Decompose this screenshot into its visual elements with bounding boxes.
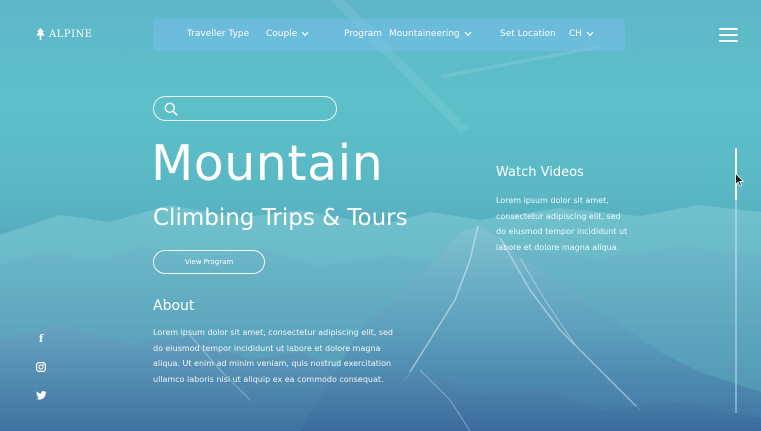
program-label: Program [344, 29, 382, 39]
chevron-down-icon [464, 31, 472, 37]
hero-title: Mountain [151, 135, 384, 192]
facebook-icon: f [38, 334, 44, 345]
instagram-link[interactable] [34, 360, 48, 374]
chevron-down-icon [586, 31, 594, 37]
tree-icon [36, 28, 45, 40]
chevron-down-icon [301, 31, 309, 37]
hero-subtitle: Climbing Trips & Tours [153, 205, 408, 231]
traveller-type-value: Couple [266, 29, 298, 39]
mouse-cursor-icon [735, 173, 744, 187]
traveller-type-dropdown[interactable]: Couple [266, 29, 309, 39]
menu-line [719, 40, 738, 42]
facebook-link[interactable]: f [34, 333, 48, 347]
about-title: About [153, 298, 195, 314]
instagram-icon [36, 362, 46, 372]
twitter-link[interactable] [34, 388, 48, 402]
traveller-type-label: Traveller Type [187, 29, 250, 39]
search-input[interactable] [184, 100, 333, 119]
logo[interactable]: ALPINE [36, 28, 93, 40]
menu-button[interactable] [719, 27, 738, 43]
watch-videos-title[interactable]: Watch Videos [496, 165, 584, 180]
search-box [153, 96, 337, 121]
twitter-icon [35, 390, 47, 400]
watch-videos-text: Lorem ipsum dolor sit amet, consectetur … [496, 196, 628, 252]
location-label: Set Location [500, 29, 556, 39]
search-icon [164, 102, 178, 116]
program-dropdown[interactable]: Mountaineering [389, 29, 472, 39]
menu-line [719, 28, 738, 30]
menu-line [719, 34, 738, 36]
page: ALPINE Traveller Type Couple Program Mou… [0, 0, 761, 431]
program-value: Mountaineering [389, 29, 460, 39]
location-value: CH [569, 29, 583, 39]
view-program-button[interactable]: View Program [153, 250, 265, 274]
location-dropdown[interactable]: CH [569, 29, 594, 39]
filter-bar: Traveller Type Couple Program Mountainee… [153, 19, 625, 51]
about-text: Lorem ipsum dolor sit amet, consectetur … [153, 328, 393, 384]
logo-text: ALPINE [49, 28, 93, 40]
